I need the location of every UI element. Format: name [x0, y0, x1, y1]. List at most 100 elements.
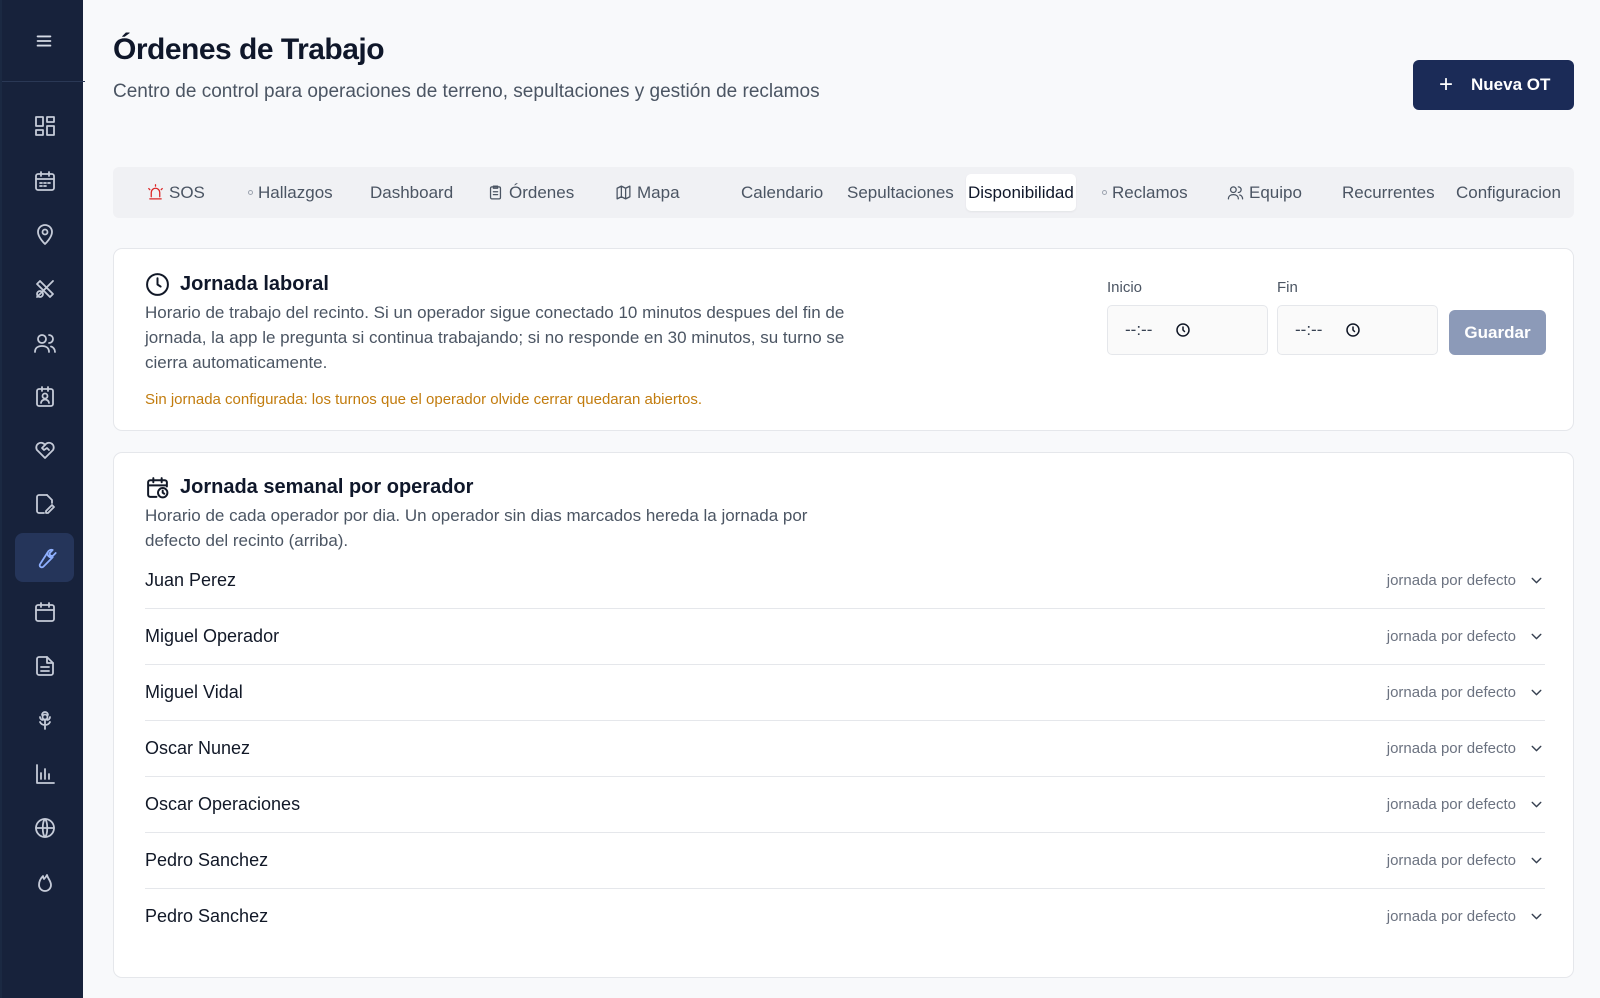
- tab-ordenes-label: Órdenes: [509, 182, 575, 202]
- bar-chart-icon: [35, 763, 55, 784]
- users-icon: [33, 333, 56, 353]
- sidebar-item-locations[interactable]: [15, 210, 74, 259]
- tab-sos[interactable]: SOS: [147, 174, 205, 211]
- tab-dashboard[interactable]: Dashboard: [370, 174, 453, 211]
- tab-equipo-label: Equipo: [1249, 182, 1302, 202]
- jornada-laboral-description: Horario de trabajo del recinto. Si un op…: [145, 303, 845, 372]
- operator-row[interactable]: Pedro Sanchez jornada por defecto: [145, 888, 1545, 945]
- operator-row[interactable]: Pedro Sanchez jornada por defecto: [145, 832, 1545, 889]
- sidebar-item-dashboard[interactable]: [15, 101, 74, 150]
- operator-row[interactable]: Oscar Operaciones jornada por defecto: [145, 776, 1545, 833]
- save-button[interactable]: Guardar: [1449, 310, 1546, 355]
- hamburger-icon: [36, 35, 51, 46]
- new-ot-button[interactable]: + Nueva OT: [1413, 60, 1574, 110]
- dot-icon: [1102, 190, 1107, 195]
- document-icon: [35, 655, 54, 676]
- tab-hallazgos[interactable]: Hallazgos: [248, 174, 333, 211]
- operator-row[interactable]: Oscar Nunez jornada por defecto: [145, 720, 1545, 777]
- tab-reclamos-label: Reclamos: [1112, 182, 1188, 202]
- tab-hallazgos-label: Hallazgos: [258, 182, 333, 202]
- chevron-down-icon: [1531, 857, 1542, 863]
- clock-icon: [146, 273, 169, 296]
- tab-mapa-label: Mapa: [637, 182, 680, 202]
- start-time-input[interactable]: --:--: [1107, 305, 1268, 355]
- flame-icon: [37, 873, 52, 892]
- clock-icon: [1176, 323, 1191, 337]
- sidebar-item-calendar[interactable]: [15, 156, 74, 205]
- tab-configuracion-label: Configuracion: [1456, 182, 1561, 202]
- tab-sepultaciones[interactable]: Sepultaciones: [847, 174, 954, 211]
- end-time-label: Fin: [1277, 279, 1298, 296]
- sidebar-item-flowers[interactable]: [15, 695, 74, 744]
- tab-recurrentes[interactable]: Recurrentes: [1342, 174, 1435, 211]
- operator-status-text: jornada por defecto: [1386, 683, 1516, 701]
- jornada-laboral-card: Jornada laboral Horario de trabajo del r…: [113, 248, 1574, 431]
- operator-status: jornada por defecto: [1387, 572, 1545, 589]
- operator-status: jornada por defecto: [1387, 908, 1545, 925]
- operator-status-text: jornada por defecto: [1386, 908, 1516, 925]
- tab-sepultaciones-label: Sepultaciones: [847, 182, 954, 202]
- map-pin-icon: [36, 223, 53, 245]
- calendar-icon: [34, 170, 55, 191]
- operator-status-text: jornada por defecto: [1386, 795, 1516, 813]
- operator-status-text: jornada por defecto: [1386, 851, 1516, 869]
- chevron-down-icon: [1531, 633, 1542, 639]
- dot-icon: [248, 190, 253, 195]
- sidebar-item-documents-edit[interactable]: [15, 479, 74, 528]
- sidebar-item-reports[interactable]: [15, 641, 74, 690]
- chevron-down-icon: [1531, 801, 1542, 807]
- operator-status-text: jornada por defecto: [1386, 571, 1516, 589]
- start-time-label: Inicio: [1107, 279, 1143, 296]
- tab-disponibilidad-label: Disponibilidad: [968, 182, 1074, 202]
- new-ot-label: Nueva OT: [1471, 75, 1551, 94]
- menu-toggle-button[interactable]: [2, 0, 85, 82]
- operator-status: jornada por defecto: [1387, 684, 1545, 701]
- jornada-semanal-title: Jornada semanal por operador: [180, 476, 474, 498]
- operator-name: Miguel Vidal: [145, 681, 243, 702]
- calendar-small-icon: [34, 601, 55, 622]
- tab-disponibilidad[interactable]: Disponibilidad: [966, 174, 1076, 211]
- sidebar-item-care[interactable]: [15, 425, 74, 474]
- operator-status: jornada por defecto: [1387, 628, 1545, 645]
- chevron-down-icon: [1531, 689, 1542, 695]
- operator-name: Pedro Sanchez: [145, 849, 269, 870]
- sidebar-item-analytics[interactable]: [15, 749, 74, 798]
- tab-calendario-label: Calendario: [741, 182, 824, 202]
- end-time-input[interactable]: --:--: [1277, 305, 1438, 355]
- operator-row[interactable]: Juan Perez jornada por defecto: [145, 552, 1545, 609]
- operator-row[interactable]: Miguel Operador jornada por defecto: [145, 608, 1545, 665]
- tab-calendario[interactable]: Calendario: [741, 174, 823, 211]
- sidebar-item-web[interactable]: [15, 803, 74, 852]
- jornada-semanal-card: Jornada semanal por operador Horario de …: [113, 452, 1574, 978]
- chevron-down-icon: [1531, 913, 1542, 920]
- operator-name: Oscar Operaciones: [145, 793, 301, 814]
- jornada-laboral-heading: Jornada laboral: [145, 272, 329, 297]
- operator-status: jornada por defecto: [1387, 796, 1545, 813]
- sidebar-item-tools[interactable]: [15, 264, 74, 313]
- dashboard-icon: [34, 115, 55, 136]
- tab-equipo[interactable]: Equipo: [1227, 174, 1302, 211]
- operator-status: jornada por defecto: [1387, 740, 1545, 757]
- file-edit-icon: [35, 493, 55, 514]
- chevron-down-icon: [1531, 577, 1542, 583]
- map-icon: [616, 185, 631, 200]
- globe-icon: [34, 817, 55, 838]
- tools-icon: [35, 279, 54, 298]
- tab-configuracion[interactable]: Configuracion: [1456, 174, 1561, 211]
- tab-mapa[interactable]: Mapa: [615, 174, 680, 211]
- operator-row[interactable]: Miguel Vidal jornada por defecto: [145, 664, 1545, 721]
- operator-status-text: jornada por defecto: [1386, 627, 1516, 645]
- sidebar-item-cremation[interactable]: [15, 857, 74, 906]
- operator-name: Juan Perez: [145, 569, 237, 590]
- sidebar-item-badges[interactable]: [15, 372, 74, 421]
- jornada-semanal-description: Horario de cada operador por dia. Un ope…: [145, 506, 808, 550]
- heart-handshake-icon: [34, 441, 55, 459]
- sidebar-item-users[interactable]: [15, 318, 74, 367]
- tab-ordenes[interactable]: Órdenes: [487, 174, 574, 211]
- end-time-value: --:--: [1295, 320, 1323, 339]
- operator-status-text: jornada por defecto: [1386, 739, 1516, 757]
- tab-recurrentes-label: Recurrentes: [1342, 182, 1435, 202]
- sidebar-item-schedule[interactable]: [15, 587, 74, 636]
- sidebar-item-work-orders[interactable]: [15, 533, 74, 582]
- tab-reclamos[interactable]: Reclamos: [1102, 174, 1188, 211]
